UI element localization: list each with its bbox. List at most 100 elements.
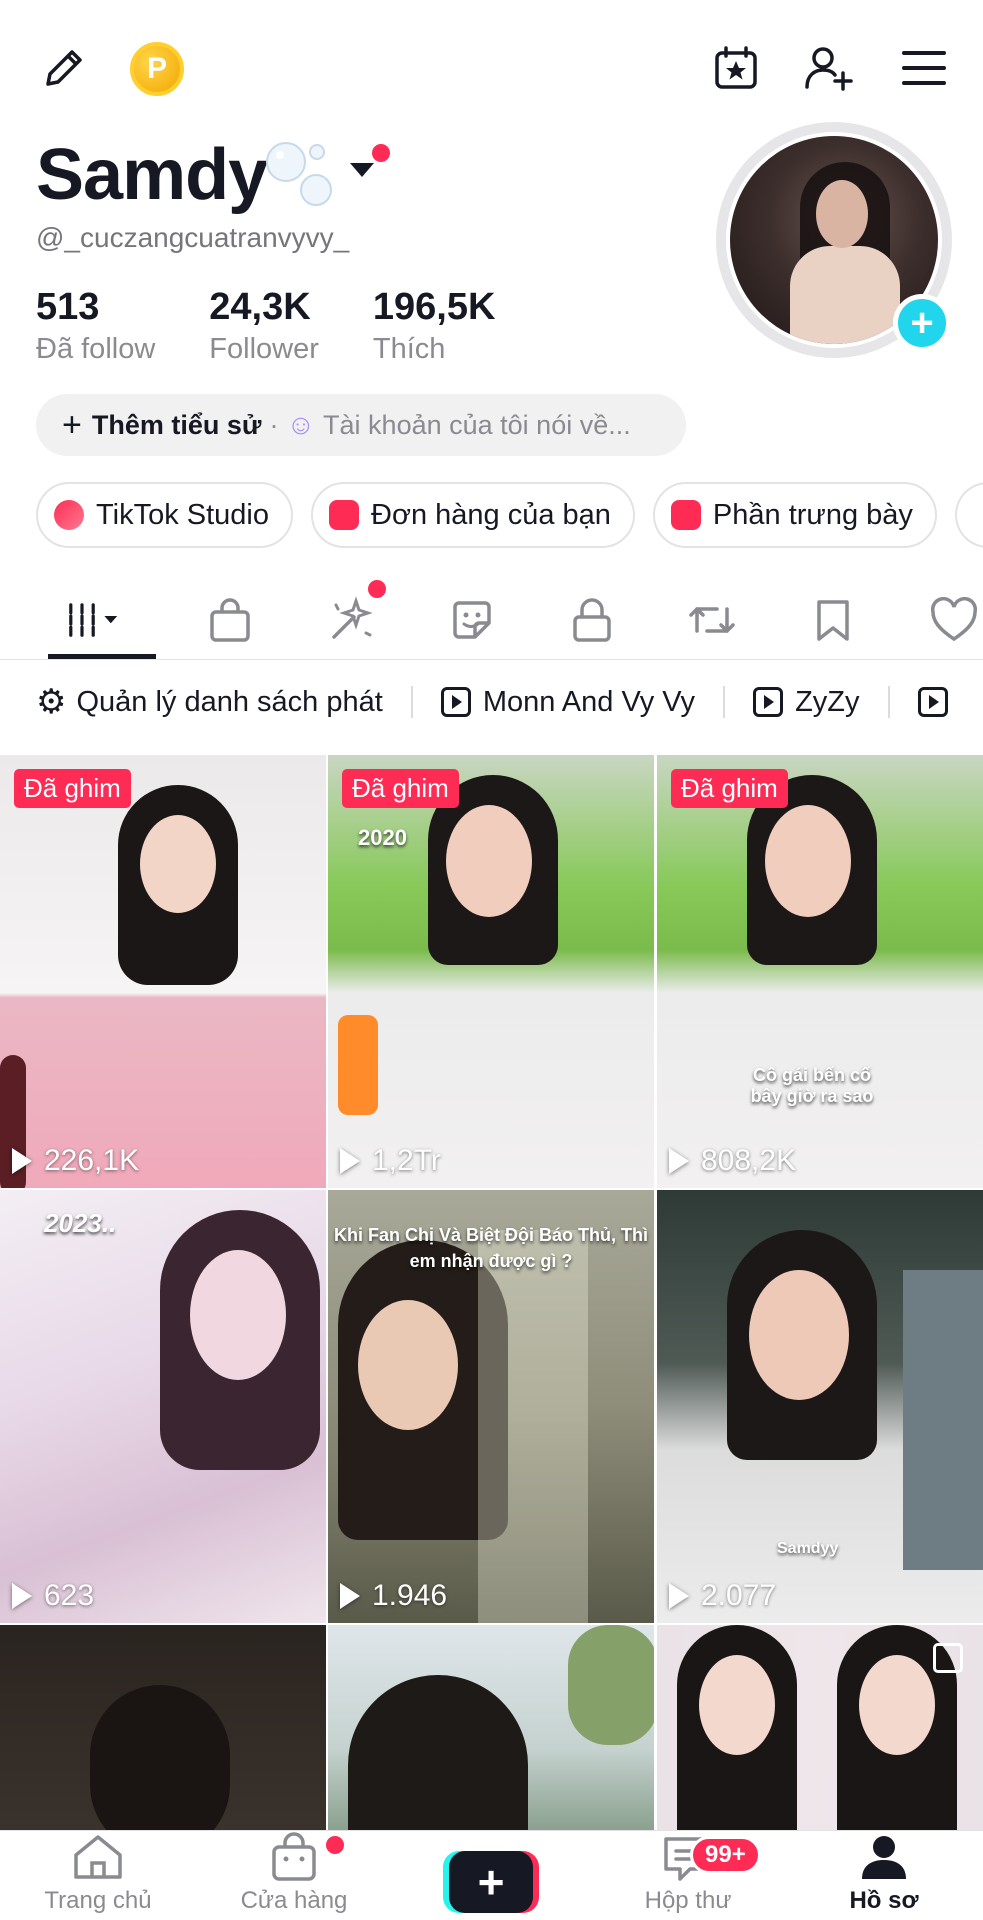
video-thumbnail[interactable]	[328, 1625, 654, 1831]
add-bio-label: Thêm tiểu sử	[91, 409, 262, 440]
account-switch-chevron-icon[interactable]	[350, 163, 374, 177]
username-handle: @_cuczangcuatranvyvy_	[36, 222, 350, 253]
playlist-play-icon	[917, 687, 948, 717]
video-thumbnail[interactable]: Khi Fan Chị Và Biệt Đội Báo Thủ, Thì em …	[328, 1190, 654, 1623]
heart-icon[interactable]	[926, 592, 982, 648]
nav-home-label: Trang chủ	[44, 1887, 152, 1914]
chip-showcase[interactable]: Phần trưng bày	[652, 482, 937, 548]
shop-notification-dot	[326, 1836, 344, 1854]
video-thumbnail[interactable]: 2023.. 623	[0, 1190, 326, 1623]
plus-icon: +	[449, 1851, 533, 1913]
play-icon	[12, 1148, 32, 1174]
nav-profile-label: Hồ sơ	[849, 1887, 919, 1914]
video-thumbnail[interactable]	[657, 1625, 983, 1831]
shop-bag-icon[interactable]	[202, 592, 258, 648]
coin-icon[interactable]: P	[130, 42, 184, 96]
video-thumbnail[interactable]: 2020 Đã ghim 1,2Tr	[328, 755, 654, 1188]
shop-bag-icon	[272, 1832, 316, 1881]
plus-icon: +	[62, 405, 82, 444]
view-count: 226,1K	[12, 1144, 139, 1178]
stat-followers-label: Follower	[209, 333, 319, 365]
chip-label: TikTok Studio	[96, 498, 269, 531]
calendar-star-icon[interactable]	[708, 40, 764, 96]
video-thumbnail[interactable]: Cô gái bến cố bây giờ ra sao Đã ghim 808…	[657, 755, 983, 1188]
repost-icon[interactable]	[684, 592, 740, 648]
nav-shop-label: Cửa hàng	[240, 1887, 348, 1914]
sparkle-icon[interactable]	[323, 592, 379, 648]
studio-icon	[54, 500, 84, 530]
view-count: 1.946	[340, 1579, 447, 1613]
view-count: 808,2K	[669, 1144, 796, 1178]
chip-tiktok-studio[interactable]: TikTok Studio	[36, 482, 293, 548]
stat-followers[interactable]: 24,3K Follower	[209, 286, 319, 366]
chip-more[interactable]	[954, 482, 983, 548]
nav-home[interactable]: Trang chủ	[18, 1831, 178, 1920]
pinned-badge: Đã ghim	[342, 769, 459, 808]
edit-pencil-icon[interactable]	[36, 40, 92, 96]
nav-inbox-label: Hộp thư	[644, 1887, 732, 1914]
home-icon	[74, 1835, 122, 1879]
inbox-badge: 99+	[690, 1836, 761, 1874]
playlist-item-partial[interactable]	[917, 687, 960, 717]
video-thumbnail[interactable]: Đã ghim 226,1K	[0, 755, 326, 1188]
video-overlay-text: 2020	[358, 825, 407, 850]
sticker-icon[interactable]	[444, 592, 500, 648]
play-icon	[340, 1583, 360, 1609]
stat-likes-value: 196,5K	[372, 286, 496, 328]
lock-icon[interactable]	[564, 592, 620, 648]
profile-person-icon	[862, 1836, 906, 1879]
playlist-label: Monn And Vy Vy	[482, 685, 696, 718]
video-overlay-text: 2023..	[44, 1208, 117, 1238]
bio-placeholder: Tài khoản của tôi nói về...	[323, 409, 631, 440]
add-friend-icon[interactable]	[800, 40, 856, 96]
playlist-play-icon	[440, 687, 471, 717]
video-overlay-text: Khi Fan Chị Và Biệt Đội Báo Thủ, Thì em …	[334, 1225, 648, 1271]
chip-label: Đơn hàng của bạn	[371, 498, 611, 531]
top-bar: P	[0, 0, 983, 130]
videos-grid-icon[interactable]	[66, 592, 122, 648]
nav-profile[interactable]: Hồ sơ	[804, 1831, 964, 1920]
view-count: 623	[12, 1579, 94, 1613]
display-name[interactable]: Samdy	[36, 134, 268, 216]
orders-bag-icon	[329, 500, 359, 530]
showcase-bag-icon	[670, 500, 701, 530]
gear-icon: ⚙	[36, 683, 67, 721]
playlist-row: ⚙ Quản lý danh sách phát Monn And Vy Vy …	[36, 682, 960, 722]
play-icon	[669, 1583, 689, 1609]
video-thumbnail[interactable]	[0, 1625, 326, 1831]
pinned-badge: Đã ghim	[671, 769, 788, 808]
profile-stats: 513 Đã follow 24,3K Follower 196,5K Thíc…	[36, 286, 549, 366]
video-overlay-text: Cô gái bến cố bây giờ ra sao	[750, 1065, 874, 1106]
add-bio-button[interactable]: + Thêm tiểu sử · ☺ Tài khoản của tôi nói…	[36, 394, 686, 456]
nav-shop[interactable]: Cửa hàng	[214, 1831, 374, 1920]
view-count: 1,2Tr	[340, 1144, 441, 1178]
chip-orders[interactable]: Đơn hàng của bạn	[311, 482, 635, 548]
play-icon	[340, 1148, 360, 1174]
stat-likes[interactable]: 196,5K Thích	[373, 286, 496, 366]
play-icon	[12, 1583, 32, 1609]
tab-notification-dot	[368, 580, 386, 598]
stat-following[interactable]: 513 Đã follow	[36, 286, 155, 366]
manage-playlists-button[interactable]: ⚙ Quản lý danh sách phát	[36, 682, 441, 722]
chip-label: Phần trưng bày	[712, 498, 913, 531]
stat-following-label: Đã follow	[36, 333, 156, 365]
stat-followers-value: 24,3K	[209, 286, 311, 328]
menu-icon[interactable]	[896, 40, 952, 96]
playlist-item[interactable]: ZyZy	[753, 686, 917, 719]
playlist-item[interactable]: Monn And Vy Vy	[440, 685, 753, 719]
playlist-label: ZyZy	[795, 685, 860, 718]
video-thumbnail[interactable]: Samdyy 2.077	[657, 1190, 983, 1623]
stat-following-value: 513	[36, 286, 100, 328]
content-tabs	[0, 580, 983, 660]
bottom-navigation: Trang chủ Cửa hàng + Hộp thư Hồ sơ	[0, 1830, 983, 1920]
create-button[interactable]: +	[443, 1851, 539, 1913]
shortcut-chips: TikTok Studio Đơn hàng của bạn Phần trưn…	[36, 482, 983, 548]
add-story-plus-icon[interactable]: +	[893, 294, 951, 352]
multi-photo-icon	[933, 1643, 963, 1673]
notification-dot	[372, 144, 390, 162]
playlist-play-icon	[753, 687, 784, 717]
manage-playlists-label: Quản lý danh sách phát	[76, 685, 383, 718]
bookmark-icon[interactable]	[805, 592, 861, 648]
bio-separator: ·	[269, 409, 279, 440]
pinned-badge: Đã ghim	[14, 769, 131, 808]
